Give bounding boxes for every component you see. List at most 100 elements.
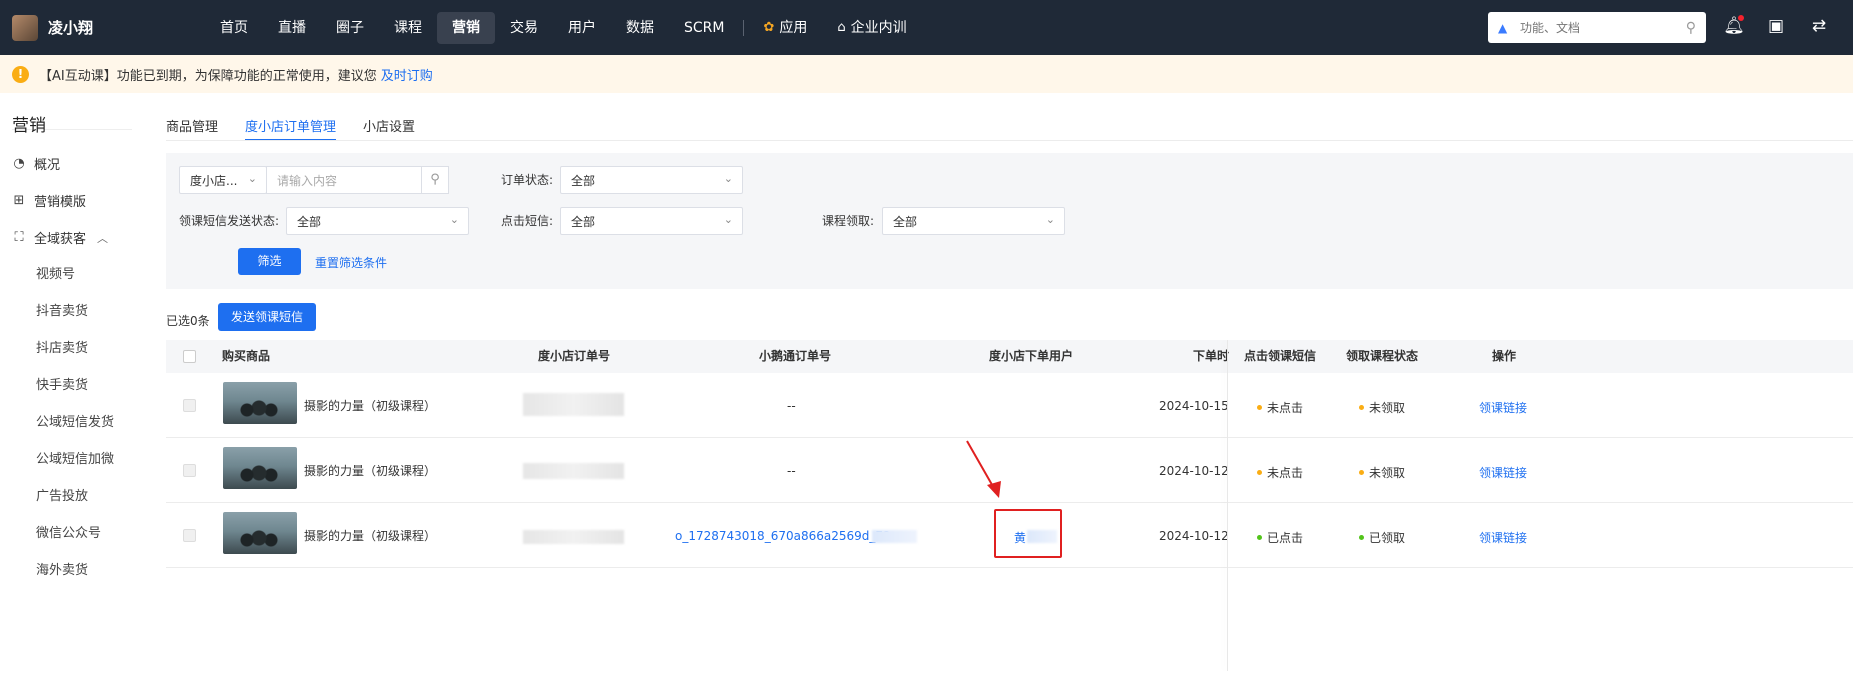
sidebar-subitem-kuaishou[interactable]: 快手卖货	[0, 367, 138, 404]
row-checkbox[interactable]	[183, 464, 196, 477]
sidebar-item-acquisition[interactable]: ⛶ 全域获客 ︿	[0, 219, 138, 256]
filter-panel: 度小店... ⌄ 请输入内容 ⚲ 订单状态: 全部 ⌄ 领课短信发送状态: 全部…	[166, 153, 1853, 289]
click-status-text: 未点击	[1267, 401, 1304, 415]
status-dot	[1359, 470, 1364, 475]
sms-status-select[interactable]: 全部 ⌄	[286, 207, 469, 235]
course-link[interactable]: 领课链接	[1479, 399, 1527, 416]
tab-orders[interactable]: 度小店订单管理	[245, 111, 337, 141]
brand[interactable]: 凌小翔	[0, 14, 205, 41]
brand-name: 凌小翔	[48, 19, 94, 37]
product-name: 摄影的力量（初级课程）	[304, 399, 437, 413]
course-claim-label: 课程领取:	[822, 214, 875, 228]
xet-order-number: --	[787, 399, 796, 413]
sms-status-value: 全部	[297, 214, 322, 229]
sidebar: 营销 ◔ 概况 ⊞ 营销模版 ⛶ 全域获客 ︿ 视频号 抖音卖货 抖店卖货 快手…	[0, 93, 138, 678]
sidebar-subitem-douyin[interactable]: 抖音卖货	[0, 293, 138, 330]
search-type-value: 度小店...	[190, 173, 238, 188]
course-claim-value: 全部	[893, 214, 918, 229]
nav-item-marketing[interactable]: 营销	[437, 11, 495, 44]
warning-icon: !	[12, 65, 29, 83]
sidebar-title: 营销	[12, 116, 46, 136]
sidebar-item-overview[interactable]: ◔ 概况	[0, 145, 138, 182]
nav-item-training[interactable]: ⌂ 企业内训	[822, 12, 921, 44]
status-dot	[1359, 535, 1364, 540]
row-checkbox[interactable]	[183, 529, 196, 542]
nav-divider	[743, 19, 745, 36]
global-search-input[interactable]	[1520, 20, 1686, 35]
sidebar-subitem-ads[interactable]: 广告投放	[0, 478, 138, 515]
col-product: 购买商品	[222, 349, 271, 363]
search-icon[interactable]: ⚲	[1686, 20, 1696, 36]
main-nav: 首页 直播 圈子 课程 营销 交易 用户 数据 SCRM ✿ 应用 ⌂ 企业内训	[205, 0, 922, 55]
nav-item-data[interactable]: 数据	[611, 12, 669, 44]
nav-item-home[interactable]: 首页	[205, 12, 263, 44]
click-sms-value: 全部	[571, 214, 596, 229]
bell-icon[interactable]: 🔔︎	[1723, 15, 1745, 38]
sidebar-subitem-sms-ship[interactable]: 公域短信发货	[0, 404, 138, 441]
apps-icon: ✿	[763, 19, 775, 35]
claim-status-text: 未领取	[1369, 401, 1406, 415]
sidebar-subitem-wechat-official[interactable]: 微信公众号	[0, 515, 138, 552]
sidebar-subitem-doudian[interactable]: 抖店卖货	[0, 330, 138, 367]
search-brand-icon: ▲	[1498, 20, 1508, 35]
redacted-xet-order-tail	[872, 530, 917, 543]
search-type-select[interactable]: 度小店... ⌄	[179, 166, 267, 194]
course-link[interactable]: 领课链接	[1479, 529, 1527, 546]
claim-status: 已领取	[1359, 529, 1405, 546]
col-shop-order: 度小店订单号	[538, 349, 611, 363]
col-click-sms: 点击领课短信	[1244, 349, 1317, 363]
sidebar-subitem-overseas[interactable]: 海外卖货	[0, 552, 138, 589]
course-claim-select[interactable]: 全部 ⌄	[882, 207, 1065, 235]
sidebar-item-templates[interactable]: ⊞ 营销模版	[0, 182, 138, 219]
click-status-text: 已点击	[1267, 531, 1304, 545]
sidebar-item-label: 概况	[34, 158, 61, 173]
notification-dot	[1738, 15, 1744, 21]
xet-order-link[interactable]: o_1728743018_670a866a2569d_72	[675, 529, 891, 543]
top-nav-bar: 凌小翔 首页 直播 圈子 课程 营销 交易 用户 数据 SCRM ✿ 应用 ⌂ …	[0, 0, 1853, 55]
filter-button[interactable]: 筛选	[238, 248, 301, 275]
order-status-label: 订单状态:	[501, 173, 554, 187]
store-icon[interactable]: ▣	[1765, 16, 1787, 38]
nav-item-circle[interactable]: 圈子	[321, 12, 379, 44]
keyword-search-button[interactable]: ⚲	[421, 166, 449, 194]
order-status-select[interactable]: 全部 ⌄	[560, 166, 743, 194]
click-status: 未点击	[1257, 399, 1303, 416]
sidebar-subitem-sms-wechat[interactable]: 公域短信加微	[0, 441, 138, 478]
redacted-shop-order	[523, 463, 624, 479]
row-checkbox[interactable]	[183, 399, 196, 412]
nav-item-users[interactable]: 用户	[553, 12, 611, 44]
subscribe-link[interactable]: 及时订购	[381, 65, 433, 84]
xet-order-number: --	[787, 464, 796, 478]
chevron-down-icon: ⌄	[723, 213, 733, 226]
course-link[interactable]: 领课链接	[1479, 464, 1527, 481]
claim-status-text: 未领取	[1369, 466, 1406, 480]
nav-item-course[interactable]: 课程	[379, 12, 437, 44]
tab-bar: 商品管理 度小店订单管理 小店设置	[166, 111, 442, 141]
status-dot	[1257, 405, 1262, 410]
nav-item-live[interactable]: 直播	[263, 12, 321, 44]
redacted-shop-order	[523, 393, 624, 416]
notice-text: 【AI互动课】功能已到期，为保障功能的正常使用，建议您	[39, 68, 377, 84]
fixed-columns-divider	[1227, 340, 1228, 671]
nav-item-trade[interactable]: 交易	[495, 12, 553, 44]
nav-item-scrm[interactable]: SCRM	[669, 12, 739, 44]
table-row: 摄影的力量（初级课程） o_1728743018_670a866a2569d_7…	[166, 503, 1853, 568]
tab-products[interactable]: 商品管理	[166, 111, 218, 141]
send-sms-button[interactable]: 发送领课短信	[218, 303, 316, 331]
product-thumbnail	[223, 447, 297, 489]
col-actions: 操作	[1492, 349, 1517, 363]
order-date: 2024-10-12	[1159, 529, 1229, 543]
reset-filter-link[interactable]: 重置筛选条件	[315, 254, 387, 271]
switch-icon[interactable]: ⇄	[1808, 16, 1830, 38]
sidebar-subitem-channels[interactable]: 视频号	[0, 256, 138, 293]
nav-item-apps[interactable]: ✿ 应用	[748, 12, 822, 44]
tab-shop-settings[interactable]: 小店设置	[363, 111, 415, 141]
select-all-checkbox[interactable]	[183, 350, 196, 363]
nav-training-label: 企业内训	[850, 19, 907, 36]
click-sms-select[interactable]: 全部 ⌄	[560, 207, 743, 235]
global-search[interactable]: ▲ ⚲	[1488, 12, 1706, 43]
chevron-down-icon: ⌄	[1045, 213, 1055, 226]
keyword-input[interactable]: 请输入内容	[266, 166, 422, 194]
search-icon: ⚲	[430, 172, 440, 187]
chevron-down-icon: ⌄	[247, 172, 257, 185]
